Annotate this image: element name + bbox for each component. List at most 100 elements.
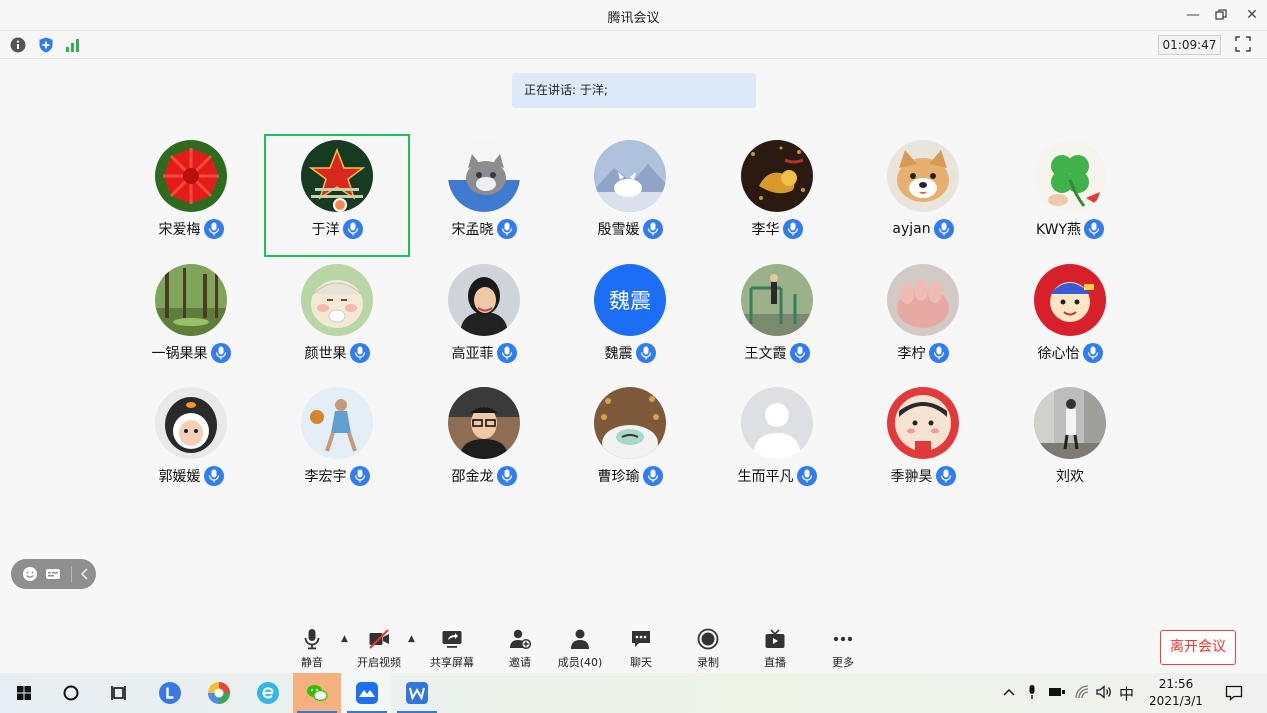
microphone-icon[interactable] (203, 219, 224, 239)
clock-time: 21:56 (1158, 677, 1194, 691)
taskbar-clock[interactable]: 21:56 2021/3/1 (1145, 676, 1207, 710)
participant-name: 李华 (751, 222, 780, 238)
task-view-button[interactable] (95, 673, 143, 713)
host-badge-icon (333, 198, 347, 212)
invite-button[interactable]: 邀请 (490, 628, 550, 670)
microphone-icon[interactable] (349, 466, 370, 486)
floating-reaction-bar[interactable] (11, 559, 96, 589)
participant-tile[interactable]: 颜世果 (264, 258, 410, 381)
avatar (594, 140, 666, 212)
participant-tile[interactable]: 生而平凡 (704, 381, 850, 504)
participant-name: 李柠 (897, 346, 926, 362)
microphone-icon[interactable] (635, 343, 656, 363)
microphone-icon[interactable] (796, 466, 817, 486)
record-button[interactable]: 录制 (678, 628, 738, 670)
participant-name: 季翀昊 (890, 469, 933, 485)
microphone-icon[interactable] (642, 219, 663, 239)
participant-name: 于洋 (311, 222, 340, 238)
participant-tile[interactable]: 季翀昊 (850, 381, 996, 504)
microphone-icon[interactable] (496, 343, 517, 363)
participant-grid: 宋爱梅 于洋 宋孟晓 殷雪媛李华 ayjan KWY燕一锅果果 颜世果 高亚菲 魏震 魏震 王文霞李… (0, 0, 1267, 600)
meeting-controls: 静音 ▲ 开启视频 ▲ 共享屏幕 邀请 成员(40) 聊天 录制 直播 更多 离… (0, 620, 1267, 672)
chat-button[interactable]: 聊天 (611, 628, 671, 670)
record-label: 录制 (697, 656, 719, 669)
participant-name: 宋爱梅 (158, 222, 201, 238)
live-stream-button[interactable]: 直播 (745, 628, 805, 670)
taskbar-app-ie[interactable] (244, 673, 292, 713)
participant-tile[interactable]: 高亚菲 (411, 258, 557, 381)
avatar (155, 387, 227, 459)
participant-tile[interactable]: ayjan (850, 134, 996, 257)
more-icon (833, 636, 853, 642)
members-button[interactable]: 成员(40) (550, 628, 610, 670)
microphone-icon[interactable] (496, 219, 517, 239)
video-options-caret-icon[interactable]: ▲ (408, 634, 418, 644)
avatar (448, 140, 520, 212)
participant-tile[interactable]: 曹珍瑜 (557, 381, 703, 504)
tencent-meeting-icon (356, 682, 378, 704)
taskbar-app-wps[interactable] (393, 673, 441, 713)
participant-tile[interactable]: 宋爱梅 (118, 134, 264, 257)
chat-icon (632, 631, 650, 647)
taskbar-app-l[interactable] (146, 673, 194, 713)
microphone-icon[interactable] (496, 466, 517, 486)
participant-tile[interactable]: 刘欢 (997, 381, 1143, 504)
more-button[interactable]: 更多 (813, 628, 873, 670)
share-screen-button[interactable]: 共享屏幕 (422, 628, 482, 670)
avatar (741, 387, 813, 459)
microphone-icon[interactable] (935, 466, 956, 486)
members-icon (571, 629, 589, 649)
microphone-icon[interactable] (789, 343, 810, 363)
collapse-chevron-icon[interactable] (78, 567, 92, 581)
participant-tile[interactable]: KWY燕 (997, 134, 1143, 257)
avatar (301, 387, 373, 459)
emoji-icon[interactable] (22, 566, 38, 582)
network-device-icon[interactable] (1048, 685, 1066, 699)
microphone-icon[interactable] (342, 219, 363, 239)
microphone-icon[interactable] (210, 343, 231, 363)
microphone-icon[interactable] (349, 343, 370, 363)
participant-tile[interactable]: 于洋 (264, 134, 410, 257)
microphone-icon[interactable] (203, 466, 224, 486)
microphone-icon[interactable] (1082, 343, 1103, 363)
participant-tile[interactable]: 殷雪媛 (557, 134, 703, 257)
start-button[interactable] (0, 673, 48, 713)
ime-indicator[interactable]: 中 (1119, 683, 1134, 704)
participant-tile[interactable]: 郭媛媛 (118, 381, 264, 504)
microphone-tray-icon[interactable] (1026, 684, 1038, 700)
participant-tile[interactable]: 李华 (704, 134, 850, 257)
microphone-icon[interactable] (928, 343, 949, 363)
participant-name: 郭媛媛 (158, 469, 201, 485)
live-icon (765, 629, 785, 648)
search-button[interactable] (47, 673, 95, 713)
danmaku-icon[interactable] (45, 566, 61, 582)
microphone-icon (304, 629, 320, 650)
taskbar-app-wechat[interactable] (293, 673, 341, 713)
microphone-icon[interactable] (1084, 219, 1105, 239)
participant-tile[interactable]: 一锅果果 (118, 258, 264, 381)
mute-button[interactable]: 静音 (282, 628, 342, 670)
show-hidden-icons-chevron-icon[interactable] (1002, 685, 1016, 699)
taskbar-app-tencent-meeting[interactable] (343, 673, 391, 713)
avatar (741, 264, 813, 336)
wps-writer-icon (406, 682, 428, 704)
microphone-icon[interactable] (642, 466, 663, 486)
leave-meeting-button[interactable]: 离开会议 (1160, 630, 1236, 665)
avatar (301, 264, 373, 336)
record-icon (697, 628, 719, 650)
participant-tile[interactable]: 魏震 魏震 (557, 258, 703, 381)
participant-tile[interactable]: 徐心怡 (997, 258, 1143, 381)
participant-tile[interactable]: 李柠 (850, 258, 996, 381)
volume-icon[interactable] (1096, 684, 1112, 700)
participant-name: 生而平凡 (737, 469, 794, 485)
notification-center-icon[interactable] (1225, 684, 1243, 702)
microphone-icon[interactable] (933, 219, 954, 239)
participant-tile[interactable]: 王文霞 (704, 258, 850, 381)
wifi-icon[interactable] (1074, 684, 1090, 700)
start-video-button[interactable]: 开启视频 (349, 628, 409, 670)
microphone-icon[interactable] (782, 219, 803, 239)
taskbar-app-browser[interactable] (195, 673, 243, 713)
participant-tile[interactable]: 邵金龙 (411, 381, 557, 504)
participant-tile[interactable]: 李宏宇 (264, 381, 410, 504)
participant-tile[interactable]: 宋孟晓 (411, 134, 557, 257)
